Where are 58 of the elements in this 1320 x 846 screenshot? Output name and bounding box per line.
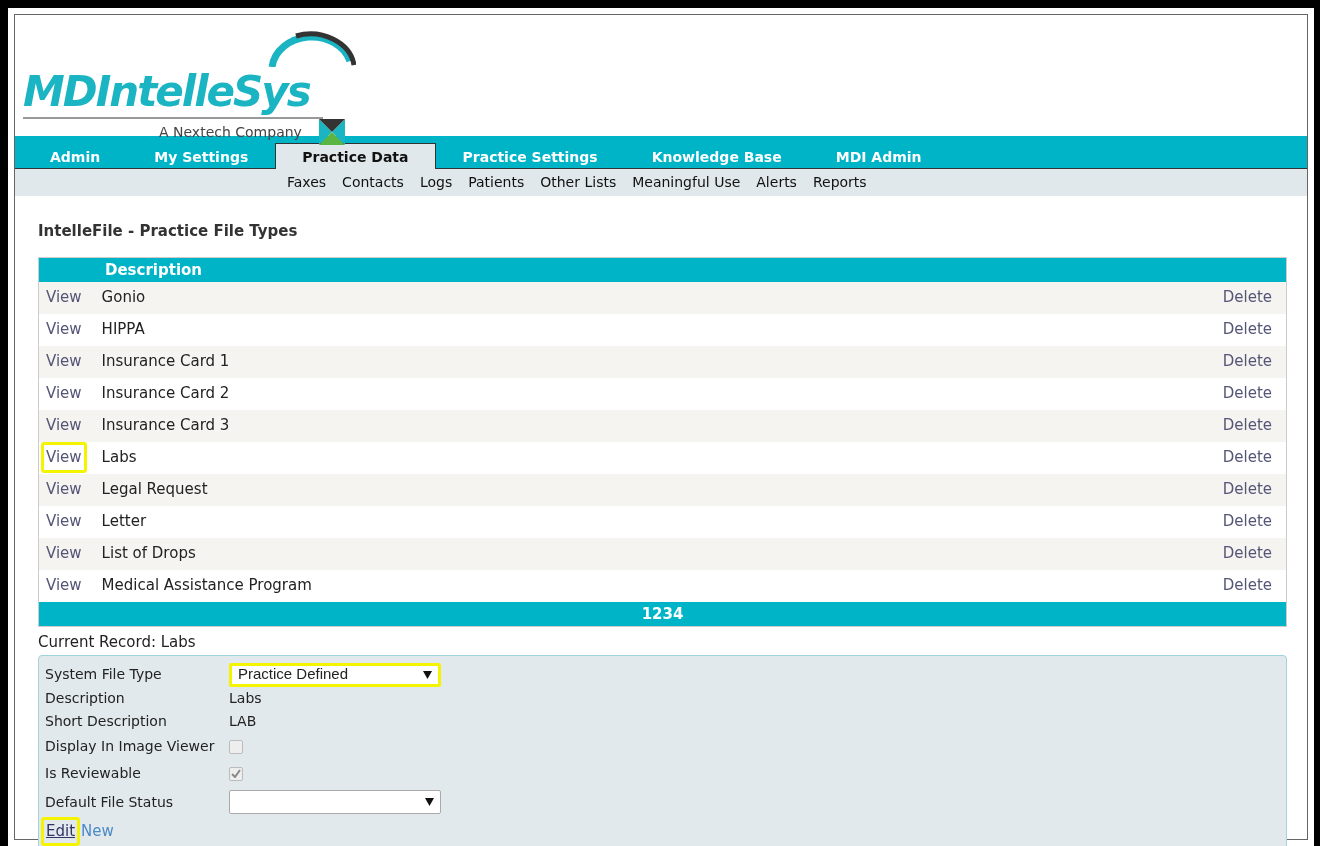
checkbox[interactable] <box>229 739 243 754</box>
view-link[interactable]: View <box>41 570 87 601</box>
table-cell-text: Letter <box>101 511 148 533</box>
subnav-link[interactable]: Logs <box>419 172 453 193</box>
checkbox[interactable] <box>229 766 243 781</box>
field-label: Is Reviewable <box>45 764 142 783</box>
field-value: LAB <box>229 712 257 731</box>
select-field[interactable] <box>229 790 441 814</box>
caret-icon <box>425 798 434 806</box>
subnav-link[interactable]: Alerts <box>756 172 797 193</box>
delete-link[interactable]: Delete <box>1222 542 1272 565</box>
delete-link[interactable]: Delete <box>1222 382 1272 405</box>
delete-link[interactable]: Delete <box>1222 318 1272 341</box>
subnav-link[interactable]: Contacts <box>342 172 404 193</box>
view-link[interactable]: View <box>41 506 87 537</box>
table-cell-text: Legal Request <box>101 479 209 501</box>
logo-tagline: A Nextech Company <box>159 123 302 142</box>
delete-link[interactable]: Delete <box>1222 510 1272 533</box>
current-record-label: Current Record: Labs <box>38 631 197 653</box>
table-cell-text: Insurance Card 2 <box>101 383 231 405</box>
field-value: Labs <box>229 689 262 708</box>
delete-link[interactable]: Delete <box>1222 350 1272 373</box>
delete-link[interactable]: Delete <box>1222 574 1272 597</box>
column-header: Description <box>39 257 1286 282</box>
table-cell-text: Gonio <box>101 287 147 309</box>
table-cell-text: Insurance Card 3 <box>101 415 231 437</box>
subnav-link[interactable]: Reports <box>812 172 867 193</box>
action-link[interactable]: Edit <box>41 817 81 846</box>
field-label: Short Description <box>45 712 168 731</box>
field-label: Default File Status <box>45 792 175 812</box>
delete-link[interactable]: Delete <box>1222 286 1272 309</box>
subnav-link[interactable]: Other Lists <box>540 172 617 193</box>
view-link[interactable]: View <box>41 538 87 569</box>
subnav-link[interactable]: Meaningful Use <box>632 172 741 193</box>
view-link[interactable]: View <box>41 378 87 409</box>
table-cell-text: Insurance Card 1 <box>101 351 231 373</box>
page-title: IntelleFile - Practice File Types <box>38 221 299 242</box>
field-label: Display In Image Viewer <box>45 737 216 756</box>
view-link[interactable]: View <box>41 474 87 505</box>
table-cell-text: Labs <box>101 447 138 469</box>
view-link[interactable]: View <box>41 314 87 345</box>
field-label: Description <box>45 689 126 708</box>
logo-wordmark: MDIntelleSys <box>23 67 310 116</box>
subnav-link[interactable]: Patients <box>468 172 525 193</box>
subnav-link[interactable]: Faxes <box>287 172 327 193</box>
caret-icon <box>423 670 432 679</box>
table-cell-text: List of Drops <box>101 543 197 565</box>
delete-link[interactable]: Delete <box>1222 478 1272 501</box>
view-link[interactable]: View <box>41 410 87 441</box>
view-link[interactable]: View <box>41 346 87 377</box>
field-label: System File Type <box>45 665 163 684</box>
table-cell-text: Medical Assistance Program <box>101 575 313 597</box>
delete-link[interactable]: Delete <box>1222 446 1272 469</box>
view-link[interactable]: View <box>41 282 87 313</box>
table-cell-text: HIPPA <box>101 319 146 341</box>
delete-link[interactable]: Delete <box>1222 414 1272 437</box>
select-field[interactable]: Practice Defined <box>229 662 441 687</box>
nav-tab[interactable]: Practice Data <box>275 143 436 169</box>
